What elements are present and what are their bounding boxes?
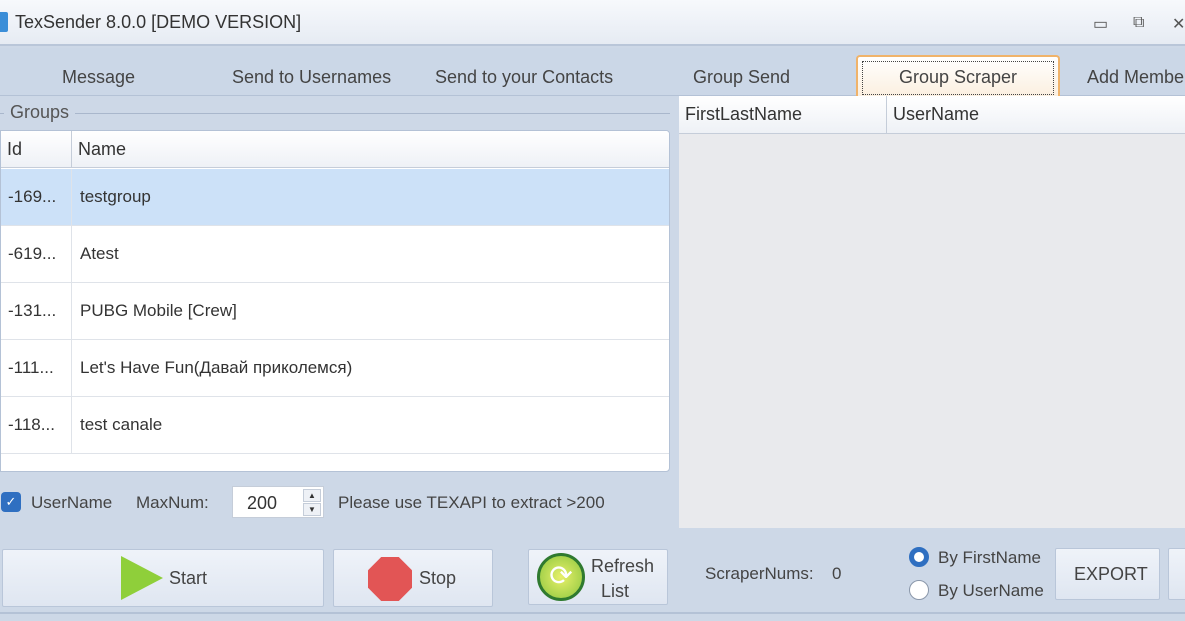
scraper-nums-value: 0 (832, 564, 842, 583)
window-title: TexSender 8.0.0 [DEMO VERSION] (15, 12, 302, 32)
maxnum-value: 200 (247, 493, 278, 513)
groups-divider (0, 113, 670, 114)
title-bar: TexSender 8.0.0 [DEMO VERSION] ▭ ⧉ ✕ (0, 0, 1185, 46)
row-id: -619... (8, 244, 57, 263)
row-name: test canale (80, 415, 163, 434)
list-label: List (601, 581, 630, 601)
groups-grid[interactable]: Id Name -169... testgroup -619... Atest -1… (0, 130, 670, 472)
stepper-down-icon[interactable]: ▼ (303, 503, 321, 516)
table-row[interactable]: -169... testgroup (1, 169, 669, 226)
row-name: testgroup (80, 187, 151, 206)
groups-label: Groups (4, 102, 76, 123)
username-checkbox[interactable]: ✓ (1, 492, 21, 512)
stop-button[interactable]: Stop (333, 549, 493, 607)
refresh-list-button[interactable]: ⟳ Refresh List (528, 549, 668, 605)
column-header-firstlastname[interactable]: FirstLastName (679, 96, 887, 134)
column-header-name[interactable]: Name (72, 131, 669, 168)
row-name: Let's Have Fun(Давай приколемся) (80, 358, 353, 377)
tab-send-to-usernames[interactable]: Send to Usernames (232, 67, 391, 88)
tab-message[interactable]: Message (62, 67, 135, 88)
table-row[interactable]: -131... PUBG Mobile [Crew] (1, 283, 669, 340)
table-row[interactable]: -118... test canale (1, 397, 669, 454)
table-row[interactable]: -619... Atest (1, 226, 669, 283)
table-row[interactable]: -111... Let's Have Fun(Давай приколемся) (1, 340, 669, 397)
stop-icon (368, 557, 412, 601)
refresh-label: Refresh (591, 556, 655, 576)
stop-label: Stop (419, 568, 457, 588)
row-id: -169... (8, 187, 57, 206)
tab-send-to-contacts[interactable]: Send to your Contacts (435, 67, 613, 88)
start-label: Start (169, 568, 208, 588)
maxnum-label: MaxNum: (136, 493, 209, 512)
by-username-radio[interactable] (909, 580, 929, 600)
maximize-button[interactable]: ⧉ (1133, 14, 1144, 32)
row-name: PUBG Mobile [Crew] (80, 301, 237, 320)
tab-group-scraper[interactable]: Group Scraper (856, 55, 1060, 97)
export-button[interactable]: EXPORT (1055, 548, 1160, 600)
username-label: UserName (31, 493, 113, 512)
by-firstname-label: By FirstName (938, 548, 1041, 567)
start-button[interactable]: Start (2, 549, 324, 607)
column-header-username[interactable]: UserName (887, 96, 1185, 134)
tab-add-members[interactable]: Add Members (1087, 67, 1185, 88)
row-id: -131... (8, 301, 57, 320)
refresh-icon: ⟳ (537, 553, 585, 601)
tab-label: Group Scraper (898, 67, 1018, 87)
row-name: Atest (80, 244, 119, 263)
by-firstname-radio[interactable] (909, 547, 929, 567)
row-id: -118... (8, 415, 55, 434)
by-username-label: By UserName (938, 581, 1044, 600)
close-button[interactable]: ✕ (1172, 14, 1185, 34)
play-icon (121, 556, 163, 600)
scraper-nums-label: ScraperNums: (705, 564, 814, 583)
stepper-up-icon[interactable]: ▲ (303, 489, 321, 502)
row-id: -111... (8, 358, 54, 377)
extra-button[interactable] (1168, 548, 1185, 600)
column-header-id[interactable]: Id (1, 131, 72, 168)
results-grid[interactable]: FirstLastName UserName (679, 96, 1185, 528)
app-icon (0, 12, 8, 32)
tab-group-send[interactable]: Group Send (693, 67, 790, 88)
minimize-button[interactable]: ▭ (1093, 14, 1108, 34)
bottom-border (0, 612, 1185, 614)
export-label: EXPORT (1074, 564, 1148, 584)
maxnum-hint: Please use TEXAPI to extract >200 (338, 493, 605, 512)
maxnum-stepper[interactable]: 200 ▲ ▼ (232, 486, 324, 518)
